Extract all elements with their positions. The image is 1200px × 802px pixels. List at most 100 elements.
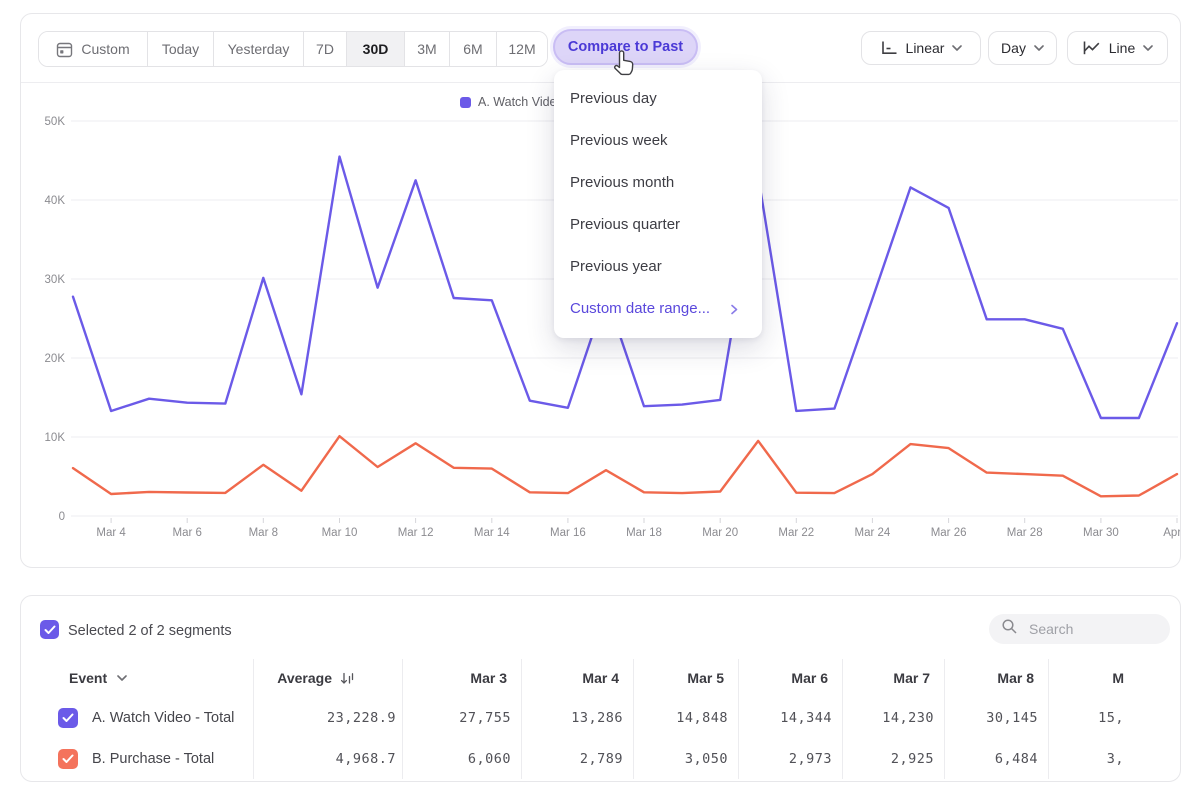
date-header-label: Mar 7	[893, 670, 930, 686]
range-label: Yesterday	[228, 41, 290, 57]
svg-text:10K: 10K	[45, 432, 66, 444]
column-header-mar-6: Mar 6	[738, 659, 842, 697]
range-label: Today	[162, 41, 199, 57]
compare-to-past-button[interactable]: Compare to Past	[553, 29, 698, 65]
compare-to-past-menu: Previous dayPrevious weekPrevious monthP…	[554, 70, 762, 338]
value-cell: 3,050	[633, 738, 738, 779]
value-cell: 15,	[1048, 697, 1133, 738]
search-box	[989, 614, 1170, 644]
column-header-mar-4: Mar 4	[521, 659, 633, 697]
column-header-m: M	[1048, 659, 1133, 697]
svg-text:50K: 50K	[45, 116, 66, 128]
menu-item-previous-day[interactable]: Previous day	[554, 78, 762, 120]
table-row-label-cell: A. Watch Video - Total	[41, 697, 253, 738]
column-header-average[interactable]: Average	[253, 659, 402, 697]
value-cell: 14,848	[633, 697, 738, 738]
range-button-3m[interactable]: 3M	[405, 32, 450, 66]
range-label: 7D	[316, 41, 334, 57]
svg-text:Mar 30: Mar 30	[1083, 527, 1119, 539]
range-button-12m[interactable]: 12M	[497, 32, 547, 66]
value-cell: 6,060	[402, 738, 521, 779]
column-header-mar-8: Mar 8	[944, 659, 1048, 697]
svg-text:Mar 26: Mar 26	[931, 527, 967, 539]
value-cell: 23,228.9	[253, 697, 402, 738]
menu-item-previous-month[interactable]: Previous month	[554, 162, 762, 204]
value-cell: 4,968.7	[253, 738, 402, 779]
range-button-30d[interactable]: 30D	[347, 32, 405, 66]
date-header-label: Mar 8	[997, 670, 1034, 686]
range-label: 30D	[363, 41, 389, 57]
row-label: A. Watch Video - Total	[92, 710, 234, 726]
value-cell: 30,145	[944, 697, 1048, 738]
svg-text:Mar 20: Mar 20	[702, 527, 738, 539]
column-header-mar-3: Mar 3	[402, 659, 521, 697]
control-label: Day	[1001, 40, 1026, 56]
chevron-down-icon	[952, 45, 962, 51]
day-dropdown-button[interactable]: Day	[988, 31, 1057, 65]
menu-item-custom-date-range[interactable]: Custom date range...	[554, 288, 762, 330]
column-header-event[interactable]: Event	[41, 659, 253, 697]
date-header-label: Mar 5	[687, 670, 724, 686]
svg-text:Mar 16: Mar 16	[550, 527, 586, 539]
value-cell: 13,286	[521, 697, 633, 738]
svg-text:20K: 20K	[45, 353, 66, 365]
svg-text:Mar 8: Mar 8	[249, 527, 278, 539]
range-button-6m[interactable]: 6M	[450, 32, 497, 66]
svg-text:Mar 12: Mar 12	[398, 527, 434, 539]
control-label: Line	[1109, 40, 1135, 56]
svg-text:Apr 1: Apr 1	[1163, 527, 1180, 539]
series-line	[73, 436, 1177, 496]
menu-item-previous-week[interactable]: Previous week	[554, 120, 762, 162]
select-all-checkbox[interactable]	[40, 620, 59, 639]
menu-item-previous-year[interactable]: Previous year	[554, 246, 762, 288]
range-label: Custom	[81, 41, 129, 57]
date-header-label: Mar 6	[791, 670, 828, 686]
segments-table: Event Average Mar 3 Mar 4 Mar 5 Mar 6 Mar 7 Mar…	[41, 659, 1133, 779]
line-dropdown-button[interactable]: Line	[1067, 31, 1168, 65]
check-icon	[62, 754, 74, 764]
menu-item-previous-quarter[interactable]: Previous quarter	[554, 204, 762, 246]
value-cell: 6,484	[944, 738, 1048, 779]
sort-descending-icon	[340, 672, 354, 685]
svg-text:Mar 14: Mar 14	[474, 527, 510, 539]
analytics-dashboard: { "toolbar": { "segments": [ {"label": "…	[0, 0, 1200, 802]
range-label: 3M	[417, 41, 436, 57]
average-header-label: Average	[277, 670, 332, 686]
control-label: Linear	[906, 40, 945, 56]
search-icon	[1001, 618, 1018, 635]
range-button-yesterday[interactable]: Yesterday	[214, 32, 304, 66]
custom-date-range-label: Custom date range...	[570, 288, 710, 330]
search-input[interactable]	[1027, 620, 1156, 638]
chevron-down-icon	[1034, 45, 1044, 51]
range-button-custom[interactable]: Custom	[39, 32, 148, 66]
svg-text:Mar 4: Mar 4	[96, 527, 126, 539]
chart-legend: A. Watch Video - Total	[460, 94, 556, 110]
date-header-label: Mar 4	[582, 670, 619, 686]
svg-text:Mar 18: Mar 18	[626, 527, 662, 539]
svg-text:Mar 22: Mar 22	[778, 527, 814, 539]
range-button-7d[interactable]: 7D	[304, 32, 347, 66]
legend-label-watch-video: A. Watch Video - Total	[478, 95, 556, 109]
linear-dropdown-button[interactable]: Linear	[861, 31, 981, 65]
table-row-label-cell: B. Purchase - Total	[41, 738, 253, 779]
chevron-down-icon	[117, 675, 127, 681]
range-label: 12M	[508, 41, 535, 57]
chevron-right-icon	[731, 304, 738, 315]
calendar-icon	[56, 41, 73, 58]
row-checkbox[interactable]	[58, 749, 78, 769]
row-label: B. Purchase - Total	[92, 751, 214, 767]
range-label: 6M	[463, 41, 482, 57]
svg-text:30K: 30K	[45, 274, 66, 286]
column-header-mar-7: Mar 7	[842, 659, 944, 697]
linear-scale-icon	[880, 40, 898, 56]
row-checkbox[interactable]	[58, 708, 78, 728]
chevron-down-icon	[1143, 45, 1153, 51]
svg-text:Mar 6: Mar 6	[172, 527, 201, 539]
segments-table-card: Selected 2 of 2 segments EventAverageMar…	[20, 595, 1181, 782]
range-button-today[interactable]: Today	[148, 32, 214, 66]
check-icon	[44, 625, 56, 635]
value-cell: 14,344	[738, 697, 842, 738]
search-icon-wrap	[1001, 618, 1018, 640]
value-cell: 27,755	[402, 697, 521, 738]
value-cell: 2,973	[738, 738, 842, 779]
